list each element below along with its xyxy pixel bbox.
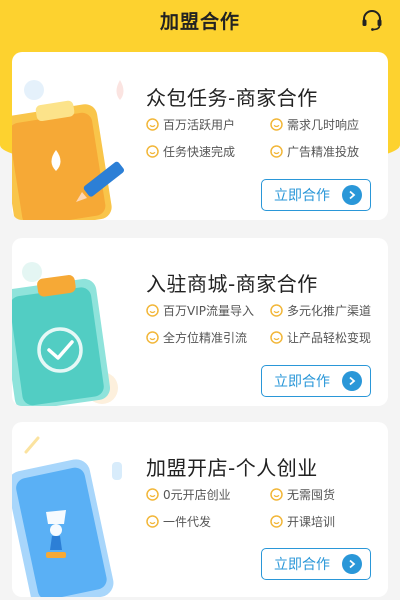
feature-label: 开课培训 xyxy=(287,515,336,529)
cooperate-now-button[interactable]: 立即合作 xyxy=(261,548,371,580)
smile-badge-icon xyxy=(146,118,159,131)
phone-figure-icon xyxy=(12,436,122,597)
top-bar: 加盟合作 xyxy=(0,0,400,40)
feature-item: 全方位精准引流 xyxy=(146,329,270,346)
feature-item: 百万活跃用户 xyxy=(146,116,270,133)
feature-label: 让产品轻松变现 xyxy=(287,331,372,345)
headset-icon xyxy=(362,10,382,31)
feature-item: 多元化推广渠道 xyxy=(270,302,381,319)
feature-label: 任务快速完成 xyxy=(163,145,236,159)
smile-badge-icon xyxy=(270,304,283,317)
cta-label: 立即合作 xyxy=(274,557,330,573)
feature-label: 需求几时响应 xyxy=(287,118,360,132)
feature-label: 多元化推广渠道 xyxy=(287,304,372,318)
feature-list: 百万VIP流量导入 多元化推广渠道 全方位精准引流 让产品轻松变现 xyxy=(146,302,381,346)
feature-label: 0元开店创业 xyxy=(163,488,231,502)
feature-item: 一件代发 xyxy=(146,513,270,530)
smile-badge-icon xyxy=(270,145,283,158)
smile-badge-icon xyxy=(146,488,159,501)
feature-label: 无需囤货 xyxy=(287,488,336,502)
feature-item: 让产品轻松变现 xyxy=(270,329,381,346)
cooperate-now-button[interactable]: 立即合作 xyxy=(261,179,371,211)
smile-badge-icon xyxy=(270,118,283,131)
feature-item: 需求几时响应 xyxy=(270,116,381,133)
card-franchise-store: 加盟开店-个人创业 0元开店创业 无需囤货 一件代发 开课培训 立即合作 xyxy=(12,422,388,597)
smile-badge-icon xyxy=(146,515,159,528)
card-crowdsourcing: 众包任务-商家合作 百万活跃用户 需求几时响应 任务快速完成 广告精准投放 立即… xyxy=(12,52,388,220)
card-title: 入驻商城-商家合作 xyxy=(146,272,318,296)
smile-badge-icon xyxy=(146,304,159,317)
feature-label: 百万VIP流量导入 xyxy=(163,304,254,318)
smile-badge-icon xyxy=(270,331,283,344)
feature-list: 0元开店创业 无需囤货 一件代发 开课培训 xyxy=(146,486,381,530)
chevron-right-icon xyxy=(342,185,362,205)
feature-label: 一件代发 xyxy=(163,515,212,529)
feature-item: 开课培训 xyxy=(270,513,381,530)
feature-list: 百万活跃用户 需求几时响应 任务快速完成 广告精准投放 xyxy=(146,116,381,160)
feature-item: 任务快速完成 xyxy=(146,143,270,160)
smile-badge-icon xyxy=(146,145,159,158)
cta-label: 立即合作 xyxy=(274,374,330,390)
smile-badge-icon xyxy=(270,488,283,501)
smile-badge-icon xyxy=(146,331,159,344)
cta-label: 立即合作 xyxy=(274,188,330,204)
clipboard-check-icon xyxy=(12,262,118,406)
card-mall-entry: 入驻商城-商家合作 百万VIP流量导入 多元化推广渠道 全方位精准引流 让产品轻… xyxy=(12,238,388,406)
cooperate-now-button[interactable]: 立即合作 xyxy=(261,365,371,397)
card-title: 众包任务-商家合作 xyxy=(146,86,318,110)
feature-label: 广告精准投放 xyxy=(287,145,360,159)
page-title: 加盟合作 xyxy=(159,10,240,33)
feature-item: 0元开店创业 xyxy=(146,486,270,503)
feature-label: 百万活跃用户 xyxy=(163,118,236,132)
smile-badge-icon xyxy=(270,515,283,528)
feature-item: 无需囤货 xyxy=(270,486,381,503)
feature-item: 广告精准投放 xyxy=(270,143,381,160)
card-title: 加盟开店-个人创业 xyxy=(146,456,318,480)
customer-service-button[interactable] xyxy=(358,6,386,34)
chevron-right-icon xyxy=(342,371,362,391)
feature-label: 全方位精准引流 xyxy=(163,331,248,345)
clipboard-drop-pencil-icon xyxy=(12,80,125,220)
chevron-right-icon xyxy=(342,554,362,574)
feature-item: 百万VIP流量导入 xyxy=(146,302,270,319)
